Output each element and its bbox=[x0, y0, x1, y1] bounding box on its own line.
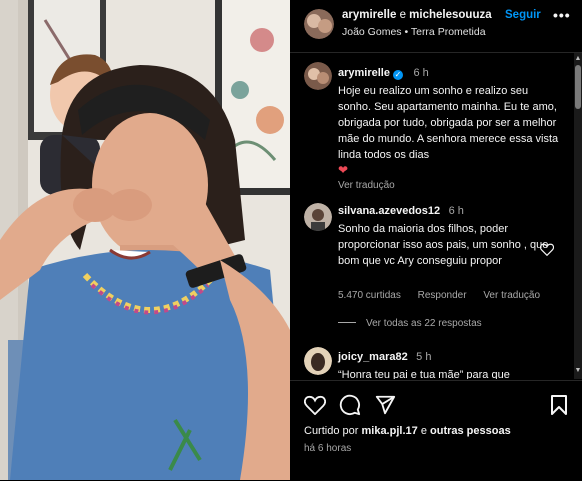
comment-item: silvana.azevedos12 6 h Sonho da maioria … bbox=[338, 203, 553, 269]
comment-meta: 5.470 curtidas Responder Ver tradução bbox=[338, 290, 554, 301]
heart-outline bbox=[539, 243, 555, 257]
comment-avatar[interactable] bbox=[304, 347, 332, 375]
header-user1[interactable]: arymirelle bbox=[342, 9, 396, 21]
header-conjunction: e bbox=[399, 9, 406, 21]
header-user2[interactable]: michelesouuza bbox=[409, 9, 491, 21]
replies-line bbox=[338, 322, 356, 323]
comment-time: 5 h bbox=[416, 351, 432, 363]
caption-avatar[interactable] bbox=[304, 62, 332, 90]
comment-translate-link[interactable]: Ver tradução bbox=[483, 290, 540, 301]
comment-time: 6 h bbox=[448, 205, 464, 217]
comments-area[interactable]: arymirelle ✓ 6 h Hoje eu realizo um sonho… bbox=[290, 53, 582, 379]
avatar-image bbox=[304, 9, 334, 39]
scrollbar[interactable]: ▲ ▼ bbox=[574, 53, 582, 379]
comment-text: Sonho da maioria dos filhos, poder propo… bbox=[338, 223, 549, 267]
liked-others[interactable]: outras pessoas bbox=[430, 425, 511, 437]
comment-text: “Honra teu pai e tua mãe” para que bbox=[338, 369, 510, 379]
verified-icon: ✓ bbox=[392, 70, 403, 80]
bookmark-icon[interactable] bbox=[550, 394, 568, 421]
comment-avatar[interactable] bbox=[304, 203, 332, 231]
comment-shape bbox=[339, 394, 361, 416]
scroll-down-icon[interactable]: ▼ bbox=[574, 367, 582, 374]
view-replies-label[interactable]: Ver todas as 22 respostas bbox=[366, 318, 482, 329]
reply-button[interactable]: Responder bbox=[418, 290, 467, 301]
post-actions: Curtido por mika.pjl.17 e outras pessoas… bbox=[290, 380, 582, 481]
comment-username[interactable]: joicy_mara82 bbox=[338, 351, 408, 363]
header-usernames: arymirelle e michelesouuza bbox=[342, 9, 492, 21]
heart-icon[interactable] bbox=[303, 395, 327, 420]
liked-by: Curtido por mika.pjl.17 e outras pessoas bbox=[304, 425, 511, 437]
post-image[interactable] bbox=[0, 0, 290, 480]
bookmark-shape bbox=[551, 395, 567, 415]
avatar-image bbox=[304, 203, 332, 231]
liked-user[interactable]: mika.pjl.17 bbox=[361, 425, 417, 437]
post-photo-illustration bbox=[0, 0, 290, 480]
comment-icon[interactable] bbox=[339, 394, 361, 421]
post-time: há 6 horas bbox=[304, 443, 352, 454]
liked-conj: e bbox=[420, 425, 427, 437]
comment-likes[interactable]: 5.470 curtidas bbox=[338, 290, 401, 301]
red-heart-emoji: ❤ bbox=[338, 163, 349, 177]
scrollbar-thumb[interactable] bbox=[575, 65, 581, 109]
share-shape bbox=[375, 395, 396, 415]
more-icon[interactable]: ••• bbox=[553, 7, 571, 23]
author-avatar[interactable] bbox=[304, 9, 334, 39]
like-comment-icon[interactable] bbox=[539, 243, 555, 261]
avatar-image bbox=[304, 62, 332, 90]
audio-track[interactable]: João Gomes • Terra Prometida bbox=[342, 26, 486, 38]
avatar-image bbox=[304, 347, 332, 375]
comment-username[interactable]: silvana.azevedos12 bbox=[338, 205, 440, 217]
post-header: arymirelle e michelesouuza Seguir ••• Jo… bbox=[290, 0, 582, 53]
caption-translate-link[interactable]: Ver tradução bbox=[338, 180, 562, 191]
scroll-up-icon[interactable]: ▲ bbox=[574, 55, 582, 62]
caption-text: Hoje eu realizo um sonho e realizo seu s… bbox=[338, 85, 559, 161]
comment-item: joicy_mara82 5 h “Honra teu pai e tua mã… bbox=[338, 349, 553, 379]
heart-shape bbox=[303, 395, 327, 416]
caption: arymirelle ✓ 6 h Hoje eu realizo um sonho… bbox=[338, 65, 562, 191]
follow-button[interactable]: Seguir bbox=[505, 9, 541, 21]
share-icon[interactable] bbox=[374, 394, 396, 421]
liked-prefix: Curtido por bbox=[304, 425, 359, 437]
caption-time: 6 h bbox=[413, 67, 429, 79]
view-replies[interactable]: Ver todas as 22 respostas bbox=[338, 318, 482, 329]
caption-username[interactable]: arymirelle bbox=[338, 67, 390, 79]
post-side-panel: arymirelle e michelesouuza Seguir ••• Jo… bbox=[290, 0, 582, 480]
